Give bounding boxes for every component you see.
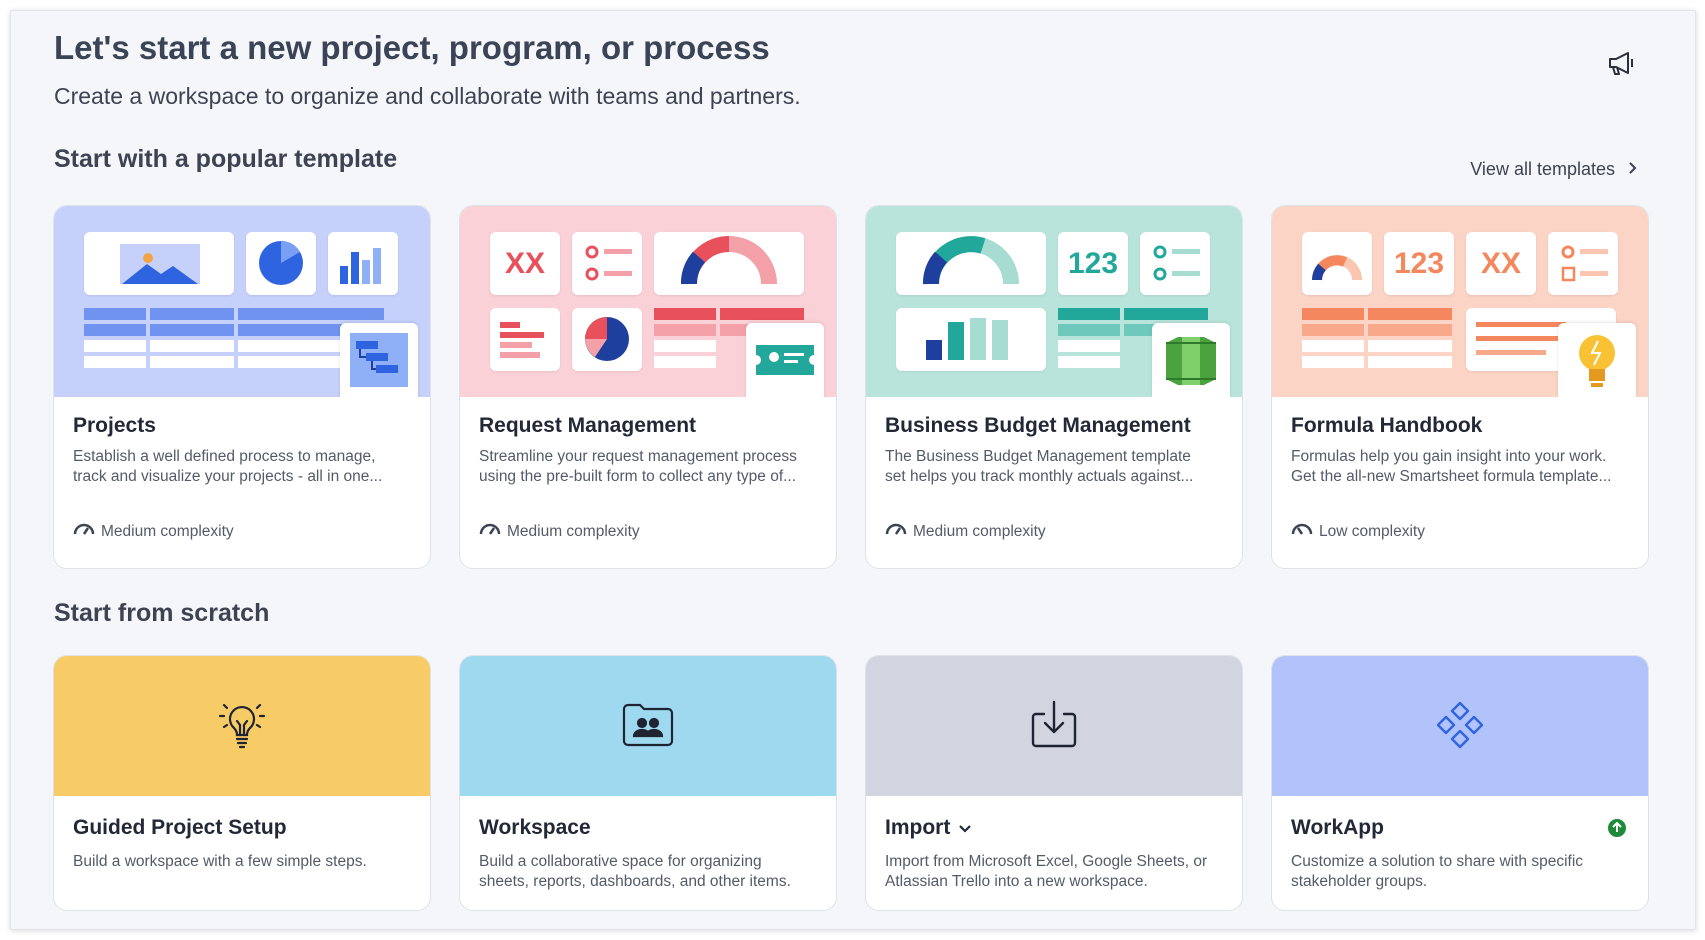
projects-thumbnail bbox=[54, 206, 430, 397]
xx-tile: XX bbox=[1466, 232, 1536, 295]
card-title: Projects bbox=[73, 414, 156, 437]
bar-chart-icon bbox=[896, 308, 1046, 371]
complexity-indicator: Medium complexity bbox=[479, 522, 640, 541]
view-all-label: View all templates bbox=[1470, 159, 1615, 179]
number-tile: 123 bbox=[1058, 232, 1128, 295]
request-management-thumbnail: XX bbox=[460, 206, 836, 397]
link-list-icon bbox=[1548, 232, 1618, 295]
import-banner bbox=[866, 656, 1242, 796]
scratch-card-workspace[interactable]: Workspace Build a collaborative space fo… bbox=[459, 655, 837, 911]
card-description: Customize a solution to share with speci… bbox=[1291, 853, 1584, 890]
lightbulb-icon bbox=[214, 696, 270, 757]
scratch-section-title: Start from scratch bbox=[54, 599, 270, 627]
card-description: Streamline your request management proce… bbox=[479, 448, 797, 485]
gauge-chart-icon bbox=[1302, 232, 1372, 295]
complexity-indicator: Medium complexity bbox=[73, 522, 234, 541]
template-card-business-budget-management[interactable]: 123 Business Budget Management The Busin… bbox=[865, 205, 1243, 569]
gauge-chart-icon bbox=[654, 232, 804, 295]
xx-tile: XX bbox=[490, 232, 560, 295]
money-stack-icon bbox=[1152, 323, 1230, 397]
card-description: Establish a well defined process to mana… bbox=[73, 448, 383, 485]
workapp-banner bbox=[1272, 656, 1648, 796]
gantt-icon bbox=[340, 323, 418, 397]
scratch-card-guided-project-setup[interactable]: Guided Project Setup Build a workspace w… bbox=[53, 655, 431, 911]
template-card-projects[interactable]: Projects Establish a well defined proces… bbox=[53, 205, 431, 569]
new-project-page: Let's start a new project, program, or p… bbox=[10, 10, 1696, 930]
gauge-icon bbox=[1291, 522, 1313, 541]
card-description: Build a collaborative space for organizi… bbox=[479, 853, 791, 890]
complexity-indicator: Low complexity bbox=[1291, 522, 1425, 541]
card-title: Workspace bbox=[479, 816, 591, 839]
card-title: Request Management bbox=[479, 414, 697, 437]
pie-chart-icon bbox=[246, 232, 316, 295]
upgrade-arrow-icon bbox=[1608, 819, 1626, 837]
image-icon bbox=[84, 232, 234, 295]
guided-setup-banner bbox=[54, 656, 430, 796]
template-card-formula-handbook[interactable]: 123 XX Formula Handbook Formulas help yo… bbox=[1271, 205, 1649, 569]
table-graphic bbox=[1302, 308, 1452, 368]
card-title: WorkApp bbox=[1291, 816, 1384, 839]
pie-chart-icon bbox=[572, 308, 642, 371]
bars-icon bbox=[490, 308, 560, 371]
templates-section-title: Start with a popular template bbox=[54, 145, 398, 173]
megaphone-icon[interactable] bbox=[1605, 47, 1637, 79]
gauge-icon bbox=[479, 522, 501, 541]
card-title: Guided Project Setup bbox=[73, 816, 287, 839]
card-description: The Business Budget Management template … bbox=[885, 448, 1194, 485]
lightbulb-icon bbox=[1558, 323, 1636, 397]
import-icon bbox=[1026, 696, 1082, 757]
gauge-icon bbox=[885, 522, 907, 541]
scratch-card-import[interactable]: Import Import from Microsoft Excel, Goog… bbox=[865, 655, 1243, 911]
card-title: Import bbox=[885, 816, 972, 840]
number-tile: 123 bbox=[1384, 232, 1454, 295]
card-description: Build a workspace with a few simple step… bbox=[73, 853, 367, 870]
card-title: Formula Handbook bbox=[1291, 414, 1483, 437]
link-list-icon bbox=[1140, 232, 1210, 295]
workapp-icon bbox=[1432, 699, 1488, 754]
chevron-down-icon[interactable] bbox=[958, 816, 972, 840]
card-description: Formulas help you gain insight into your… bbox=[1291, 448, 1612, 485]
scratch-card-workapp[interactable]: WorkApp Customize a solution to share wi… bbox=[1271, 655, 1649, 911]
gauge-chart-icon bbox=[896, 232, 1046, 295]
link-list-icon bbox=[572, 232, 642, 295]
view-all-templates-link[interactable]: View all templates bbox=[1470, 159, 1637, 180]
gauge-icon bbox=[73, 522, 95, 541]
formula-handbook-thumbnail: 123 XX bbox=[1272, 206, 1648, 397]
budget-thumbnail: 123 bbox=[866, 206, 1242, 397]
card-description: Import from Microsoft Excel, Google Shee… bbox=[885, 853, 1208, 890]
workspace-banner bbox=[460, 656, 836, 796]
table-graphic bbox=[84, 308, 384, 368]
ticket-icon bbox=[746, 323, 824, 397]
page-title: Let's start a new project, program, or p… bbox=[54, 29, 770, 66]
template-card-request-management[interactable]: XX Request Management Streamline your re… bbox=[459, 205, 837, 569]
card-title: Business Budget Management bbox=[885, 414, 1191, 437]
bar-chart-icon bbox=[328, 232, 398, 295]
workspace-folder-icon bbox=[620, 699, 676, 754]
chevron-right-icon bbox=[1627, 159, 1637, 180]
complexity-indicator: Medium complexity bbox=[885, 522, 1046, 541]
page-subtitle: Create a workspace to organize and colla… bbox=[54, 83, 801, 109]
